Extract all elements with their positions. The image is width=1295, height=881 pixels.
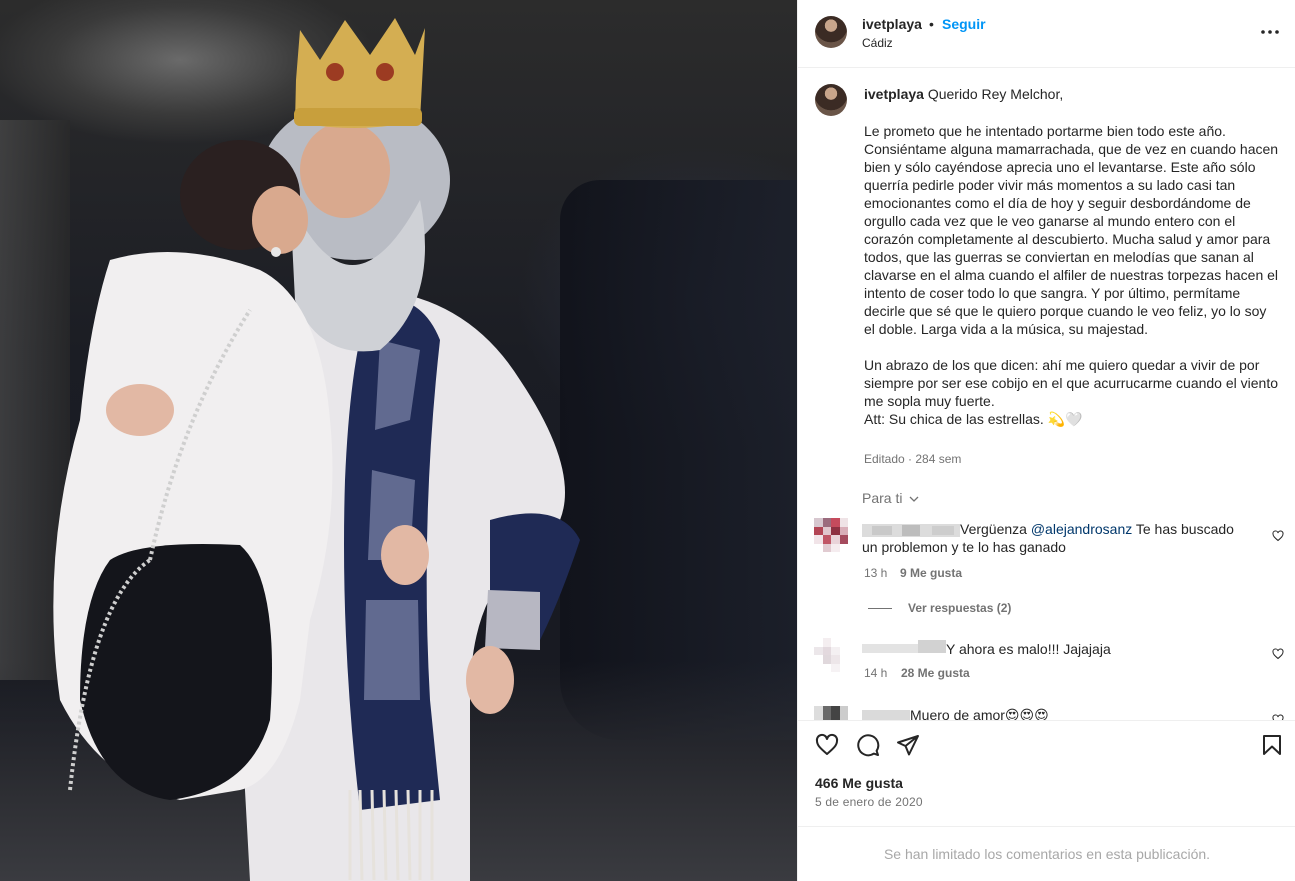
commenter-avatar[interactable] — [814, 706, 848, 720]
for-you-label: Para ti — [862, 490, 903, 506]
view-replies-label: Ver respuestas (2) — [908, 601, 1012, 615]
chevron-down-icon — [909, 496, 919, 503]
share-paper-plane-icon[interactable] — [896, 733, 920, 757]
caption-meta: Editado · 284 sem — [864, 452, 962, 466]
for-you-filter[interactable]: Para ti — [862, 490, 920, 506]
comment-like-heart-icon[interactable] — [1272, 530, 1284, 542]
more-options-icon[interactable] — [1258, 22, 1282, 42]
post-details-panel: ivetplaya • Seguir Cádiz ivetplaya Queri… — [797, 0, 1295, 881]
commenter-avatar[interactable] — [814, 518, 848, 552]
post-location[interactable]: Cádiz — [862, 36, 893, 50]
caption-greeting: Querido Rey Melchor, — [927, 86, 1064, 102]
comment-mention-link[interactable]: @alejandrosanz — [1031, 521, 1132, 537]
view-replies-button[interactable]: Ver respuestas (2) — [868, 601, 1011, 615]
comment-likes[interactable]: 9 Me gusta — [900, 566, 962, 580]
caption-username[interactable]: ivetplaya — [864, 86, 924, 102]
caption-author-avatar[interactable] — [815, 84, 847, 116]
photo-subjects — [53, 18, 580, 881]
author-avatar[interactable] — [815, 16, 847, 48]
comment-likes[interactable]: 28 Me gusta — [901, 666, 970, 680]
follow-button[interactable]: Seguir — [942, 16, 986, 32]
comments-section[interactable]: ivetplaya Querido Rey Melchor, Le promet… — [798, 68, 1295, 720]
comments-limited-notice: Se han limitado los comentarios en esta … — [798, 826, 1295, 881]
comment-time[interactable]: 14 h — [864, 666, 887, 680]
post-like-count[interactable]: 466 Me gusta — [815, 775, 903, 791]
post-actions-bar: 466 Me gusta 5 de enero de 2020 — [798, 720, 1295, 826]
comment-text: Y ahora es malo!!! Jajajaja — [946, 641, 1111, 657]
post-header: ivetplaya • Seguir Cádiz — [798, 0, 1295, 68]
comment-bubble-icon[interactable] — [856, 733, 880, 757]
comment-text: Vergüenza @alejandrosanz Te has buscado … — [862, 520, 1246, 556]
commenter-avatar[interactable] — [814, 638, 848, 672]
comment-like-heart-icon[interactable] — [1272, 648, 1284, 660]
caption-text: Le prometo que he intentado portarme bie… — [864, 123, 1279, 427]
post-photo[interactable] — [0, 0, 797, 881]
comment-text-part: Vergüenza — [960, 521, 1031, 537]
post-date[interactable]: 5 de enero de 2020 — [815, 795, 923, 809]
save-bookmark-icon[interactable] — [1260, 733, 1284, 757]
like-heart-icon[interactable] — [815, 733, 839, 757]
replies-divider — [868, 608, 892, 610]
caption-first-line: ivetplaya Querido Rey Melchor, — [864, 86, 1063, 102]
author-username[interactable]: ivetplaya — [862, 16, 922, 32]
header-separator: • — [929, 16, 934, 32]
comment-time[interactable]: 13 h — [864, 566, 887, 580]
comment-text: Muero de amor😍😍😍 — [910, 707, 1049, 720]
